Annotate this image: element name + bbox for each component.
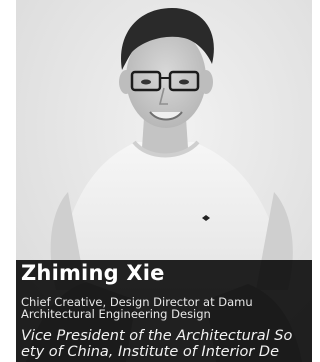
- person-role: Chief Creative, Design Director at Damu …: [21, 295, 253, 321]
- person-bio: Vice President of the Architectural So e…: [21, 328, 312, 360]
- bio-line-2: ety of China, Institute of Interior De: [21, 344, 280, 360]
- profile-card[interactable]: Zhiming Xie Chief Creative, Design Direc…: [16, 0, 312, 362]
- profile-caption: Zhiming Xie Chief Creative, Design Direc…: [16, 260, 312, 362]
- bio-line-1: Vice President of the Architectural So: [21, 328, 293, 344]
- person-name: Zhiming Xie: [21, 261, 165, 285]
